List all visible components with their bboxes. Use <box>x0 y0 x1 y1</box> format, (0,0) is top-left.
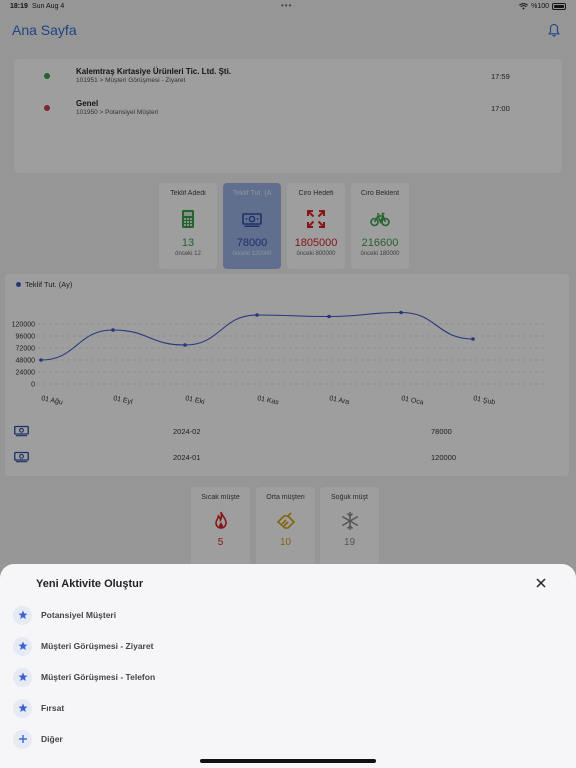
option-label: Fırsat <box>41 703 65 713</box>
option-label: Müşteri Görüşmesi - Telefon <box>41 672 156 682</box>
star-icon <box>13 667 32 687</box>
option-phone[interactable]: Müşteri Görüşmesi - Telefon <box>13 666 155 688</box>
star-icon <box>13 698 32 718</box>
sheet-title: Yeni Aktivite Oluştur <box>36 578 144 590</box>
close-icon[interactable] <box>535 577 547 589</box>
option-visit[interactable]: Müşteri Görüşmesi - Ziyaret <box>13 635 153 657</box>
option-label: Potansiyel Müşteri <box>41 610 117 620</box>
home-indicator[interactable] <box>200 759 376 763</box>
star-icon <box>13 636 32 656</box>
option-opportunity[interactable]: Fırsat <box>13 697 64 719</box>
star-icon <box>13 605 32 625</box>
option-label: Müşteri Görüşmesi - Ziyaret <box>41 641 154 651</box>
option-potential-customer[interactable]: Potansiyel Müşteri <box>13 604 116 626</box>
option-label: Diğer <box>41 734 63 744</box>
plus-icon <box>13 729 32 749</box>
option-other[interactable]: Diğer <box>13 728 63 750</box>
